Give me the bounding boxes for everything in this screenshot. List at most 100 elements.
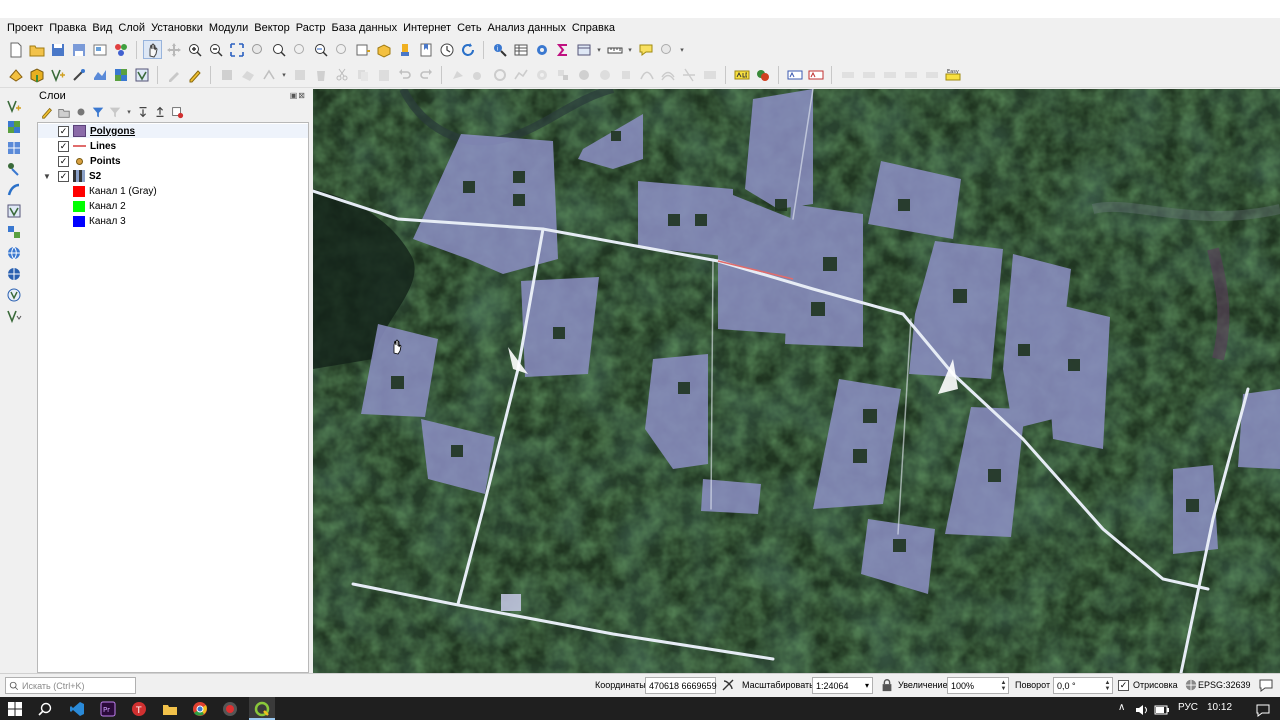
menu-database[interactable]: База данных	[329, 22, 401, 34]
current-edits-icon[interactable]	[164, 65, 183, 84]
refresh-icon[interactable]	[458, 40, 477, 59]
render-checkbox[interactable]: ✓	[1118, 680, 1129, 691]
menu-project[interactable]: Проект	[4, 22, 46, 34]
add-arcgis-icon[interactable]	[5, 286, 23, 304]
open-project-icon[interactable]	[27, 40, 46, 59]
advanced-digitize-icon[interactable]	[469, 65, 488, 84]
crs-value[interactable]: EPSG:32639	[1198, 680, 1251, 690]
new-map-view-icon[interactable]	[353, 40, 372, 59]
measure-ruler-icon[interactable]	[605, 40, 624, 59]
menu-view[interactable]: Вид	[89, 22, 115, 34]
cut-features-icon[interactable]	[332, 65, 351, 84]
chevron-down-icon[interactable]: ▾	[678, 46, 686, 54]
new-shapefile-icon[interactable]	[5, 307, 23, 325]
menu-layer[interactable]: Слой	[115, 22, 148, 34]
add-feature-icon[interactable]	[238, 65, 257, 84]
chevron-down-icon[interactable]: ▾	[280, 71, 288, 79]
toggle-extents-icon[interactable]	[720, 677, 736, 693]
add-ring-icon[interactable]	[532, 65, 551, 84]
add-vector-icon[interactable]	[48, 65, 67, 84]
chevron-down-icon[interactable]: ▾	[595, 46, 603, 54]
zoom-selection-icon[interactable]	[248, 40, 267, 59]
chevron-down-icon[interactable]: ▾	[125, 108, 133, 116]
toggle-editing-pencil-icon[interactable]	[185, 65, 204, 84]
fill-ring-icon[interactable]	[574, 65, 593, 84]
pin-labels-icon[interactable]	[785, 65, 804, 84]
add-vector-layer-icon[interactable]	[5, 97, 23, 115]
zoom-layer-icon[interactable]	[269, 40, 288, 59]
recorder-icon[interactable]	[221, 700, 239, 718]
show-hide-labels-icon[interactable]	[901, 65, 920, 84]
label-style-icon[interactable]	[753, 65, 772, 84]
delete-selected-icon[interactable]	[311, 65, 330, 84]
battery-icon[interactable]	[1153, 701, 1171, 719]
open-styling-icon[interactable]	[40, 105, 54, 119]
filter-expression-icon[interactable]	[108, 105, 122, 119]
decorations-icon[interactable]	[657, 40, 676, 59]
language-indicator[interactable]: РУС	[1178, 702, 1198, 713]
menu-processing[interactable]: Анализ данных	[485, 22, 569, 34]
save-edits-icon[interactable]	[217, 65, 236, 84]
add-wfs-globe-icon[interactable]	[5, 265, 23, 283]
crs-globe-icon[interactable]	[1184, 678, 1198, 692]
menu-help[interactable]: Справка	[569, 22, 618, 34]
file-explorer-icon[interactable]	[161, 700, 179, 718]
layer-visibility-checkbox[interactable]: ✓	[58, 125, 69, 137]
undo-icon[interactable]	[395, 65, 414, 84]
new-3d-view-icon[interactable]	[374, 40, 393, 59]
new-project-icon[interactable]	[6, 40, 25, 59]
messages-icon[interactable]	[1258, 678, 1274, 692]
delete-part-icon[interactable]	[616, 65, 635, 84]
menu-vector[interactable]: Вектор	[251, 22, 293, 34]
add-part-icon[interactable]	[553, 65, 572, 84]
copy-features-icon[interactable]	[353, 65, 372, 84]
add-delimited-text-icon[interactable]	[5, 160, 23, 178]
zoom-out-icon[interactable]	[206, 40, 225, 59]
digitize-shape-icon[interactable]	[448, 65, 467, 84]
search-icon[interactable]	[36, 700, 54, 718]
rotation-spinbox[interactable]: 0,0 ° ▲ ▼	[1053, 677, 1113, 694]
windows-start-icon[interactable]	[6, 700, 24, 718]
panel-float-close-buttons[interactable]: ▣⊠	[290, 91, 306, 100]
zoom-last-icon[interactable]	[311, 40, 330, 59]
qgis-app-icon[interactable]	[253, 700, 271, 718]
layer-item-polygons[interactable]: ✓ Polygons	[38, 124, 308, 138]
layer-item-lines[interactable]: ✓ Lines	[38, 139, 116, 153]
style-manager-icon[interactable]	[111, 40, 130, 59]
premiere-icon[interactable]: Pr	[99, 700, 117, 718]
modify-attributes-icon[interactable]	[290, 65, 309, 84]
pan-to-selection-icon[interactable]	[164, 40, 183, 59]
menu-web[interactable]: Интернет	[400, 22, 454, 34]
open-table-icon[interactable]	[574, 40, 593, 59]
rotate-feature-icon[interactable]	[490, 65, 509, 84]
menu-raster[interactable]: Растр	[293, 22, 329, 34]
layer-visibility-checkbox[interactable]: ✓	[58, 170, 69, 182]
attribute-table-icon[interactable]	[511, 40, 530, 59]
add-geopackage-icon[interactable]	[27, 65, 46, 84]
data-source-manager-icon[interactable]	[6, 65, 25, 84]
split-features-icon[interactable]	[679, 65, 698, 84]
menu-edit[interactable]: Правка	[46, 22, 89, 34]
label-abc-icon[interactable]	[732, 65, 751, 84]
print-layout-icon[interactable]	[90, 40, 109, 59]
menu-plugins[interactable]: Модули	[206, 22, 251, 34]
scale-combobox[interactable]: 1:24064 ▾	[812, 677, 873, 694]
add-virtual-layer-icon[interactable]	[5, 202, 23, 220]
vscode-icon[interactable]	[68, 700, 86, 718]
change-label-icon[interactable]	[880, 65, 899, 84]
lock-icon[interactable]	[880, 678, 894, 692]
zoom-next-icon[interactable]	[332, 40, 351, 59]
reshape-icon[interactable]	[637, 65, 656, 84]
move-label-icon[interactable]	[838, 65, 857, 84]
manage-themes-icon[interactable]	[74, 105, 88, 119]
add-spatialite-icon[interactable]	[5, 181, 23, 199]
add-csv-icon[interactable]	[69, 65, 88, 84]
add-wcs-globe-icon[interactable]	[5, 244, 23, 262]
map-canvas[interactable]	[313, 89, 1280, 673]
show-bookmarks-icon[interactable]	[416, 40, 435, 59]
add-mesh-icon[interactable]	[90, 65, 109, 84]
identify-icon[interactable]: i	[490, 40, 509, 59]
rotate-label-icon[interactable]	[859, 65, 878, 84]
diagram-icon[interactable]	[922, 65, 941, 84]
menu-settings[interactable]: Установки	[148, 22, 206, 34]
